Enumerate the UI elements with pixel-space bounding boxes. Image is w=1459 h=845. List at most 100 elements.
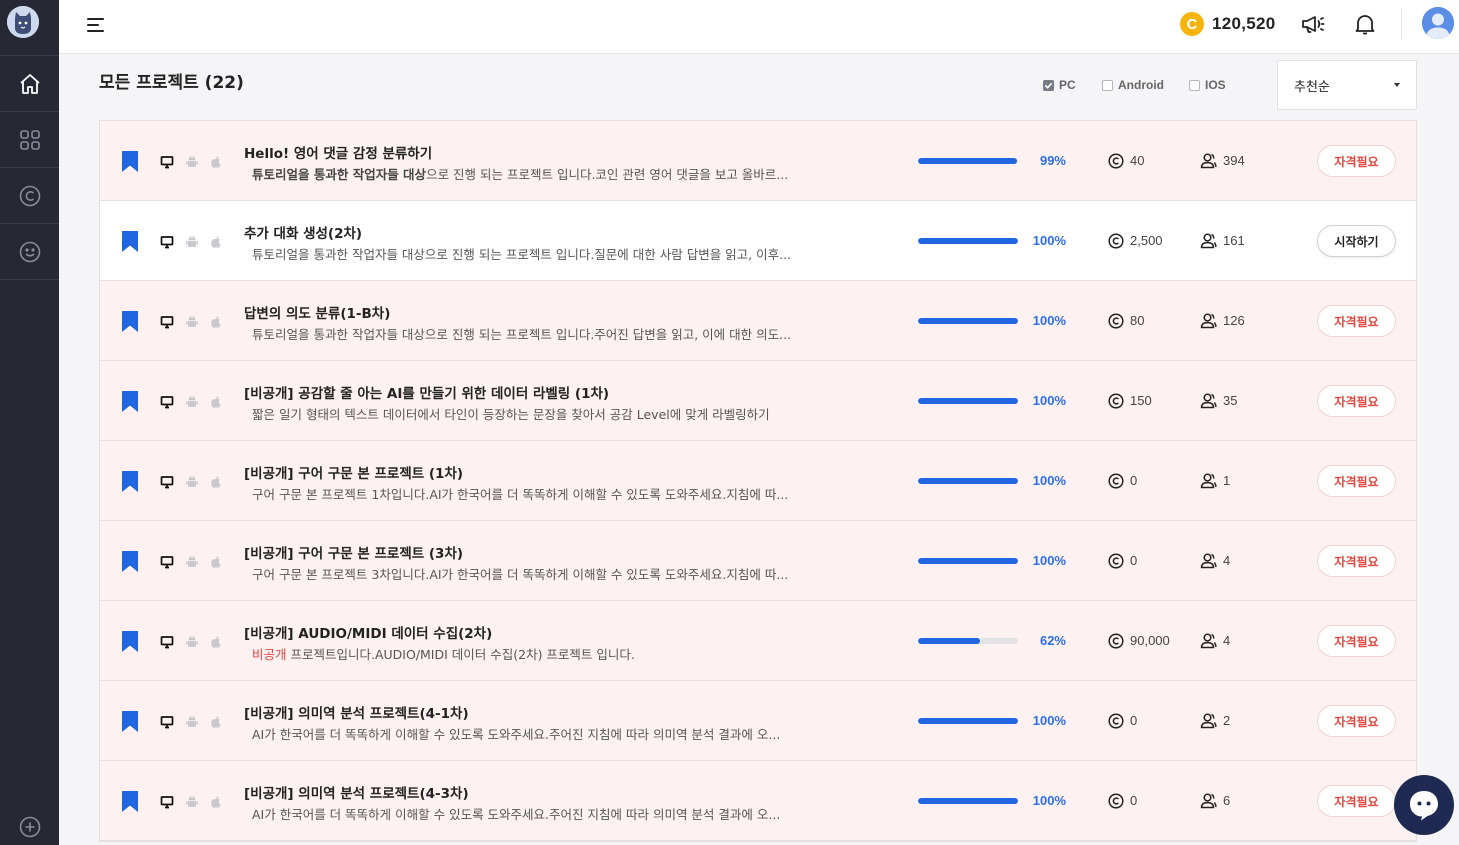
people-icon — [1200, 232, 1217, 249]
filter-android[interactable]: Android — [1102, 78, 1164, 92]
progress-bar — [918, 398, 1018, 404]
project-row[interactable]: Hello! 영어 댓글 감정 분류하기튜토리얼을 통과한 작업자들 대상으로 … — [100, 121, 1416, 201]
android-icon — [185, 474, 199, 488]
project-title[interactable]: [비공개] AUDIO/MIDI 데이터 수집(2차) — [244, 622, 492, 642]
logo-icon[interactable] — [7, 6, 39, 38]
progress-fill — [918, 318, 1018, 324]
avatar-icon[interactable] — [1422, 7, 1454, 39]
progress-bar — [918, 798, 1018, 804]
bookmark-icon[interactable] — [122, 631, 138, 652]
coin-circle-icon — [19, 185, 40, 207]
project-desc-text: 짧은 일기 형태의 텍스트 데이터에서 타인이 등장하는 문장을 찾아서 공감 … — [252, 407, 770, 422]
project-description: 튜토리얼을 통과한 작업자들 대상으로 진행 되는 프로젝트 입니다.코인 관련… — [252, 164, 812, 183]
project-title[interactable]: [비공개] 의미역 분석 프로젝트(4-1차) — [244, 702, 469, 722]
qualification-required-button[interactable]: 자격필요 — [1317, 625, 1396, 657]
bell-icon[interactable] — [1352, 11, 1378, 37]
filter-ios[interactable]: IOS — [1189, 78, 1226, 92]
bookmark-icon[interactable] — [122, 791, 138, 812]
project-row[interactable]: 추가 대화 생성(2차) 튜토리얼을 통과한 작업자들 대상으로 진행 되는 프로… — [100, 201, 1416, 281]
project-title[interactable]: Hello! 영어 댓글 감정 분류하기 — [244, 142, 432, 162]
project-description: 튜토리얼을 통과한 작업자들 대상으로 진행 되는 프로젝트 입니다.질문에 대… — [252, 244, 812, 263]
project-row[interactable]: [비공개] AUDIO/MIDI 데이터 수집(2차) 비공개 프로젝트입니다.A… — [100, 601, 1416, 681]
checkbox-icon[interactable] — [1189, 79, 1200, 91]
progress-fill — [918, 238, 1018, 244]
sidebar-item-projects[interactable] — [0, 112, 59, 168]
project-description: 구어 구문 본 프로젝트 3차입니다.AI가 한국어를 더 똑똑하게 이해할 수… — [252, 564, 812, 583]
filter-pc[interactable]: PC — [1043, 78, 1076, 92]
participants-count: 1 — [1223, 473, 1231, 488]
project-title[interactable]: [비공개] 구어 구문 본 프로젝트 (1차) — [244, 462, 463, 482]
sidebar-item-profile[interactable] — [0, 224, 59, 280]
progress-fill — [918, 558, 1018, 564]
project-description: AI가 한국어를 더 똑똑하게 이해할 수 있도록 도와주세요.주어진 지침에 … — [252, 804, 812, 823]
monitor-icon — [160, 794, 174, 809]
sidebar-item-home[interactable] — [0, 56, 59, 112]
project-title[interactable]: [비공개] 공감할 줄 아는 AI를 만들기 위한 데이터 라벨링 (1차) — [244, 382, 609, 402]
qualification-required-button[interactable]: 자격필요 — [1317, 305, 1396, 337]
progress-bar — [918, 318, 1018, 324]
bookmark-icon[interactable] — [122, 551, 138, 572]
coin-icon: C — [1180, 12, 1204, 36]
hamburger-icon[interactable] — [85, 14, 107, 36]
chat-button[interactable] — [1394, 775, 1454, 835]
project-desc-text: AI가 한국어를 더 똑똑하게 이해할 수 있도록 도와주세요.주어진 지침에 … — [252, 727, 781, 742]
qualification-required-button[interactable]: 자격필요 — [1317, 465, 1396, 497]
plus-circle-icon — [19, 816, 40, 838]
progress-percent: 100% — [1032, 233, 1066, 248]
checkbox-checked-icon[interactable] — [1043, 79, 1054, 91]
bookmark-icon[interactable] — [122, 151, 138, 172]
checkbox-icon[interactable] — [1102, 79, 1113, 91]
project-desc-bold: 튜토리얼을 통과한 작업자들 대상 — [252, 167, 427, 182]
project-title[interactable]: [비공개] 구어 구문 본 프로젝트 (3차) — [244, 542, 463, 562]
project-row[interactable]: [비공개] 의미역 분석 프로젝트(4-1차) AI가 한국어를 더 똑똑하게 이… — [100, 681, 1416, 761]
apple-icon — [209, 714, 223, 728]
chat-bubble-icon — [1410, 791, 1438, 821]
project-row[interactable]: [비공개] 공감할 줄 아는 AI를 만들기 위한 데이터 라벨링 (1차) 짧은… — [100, 361, 1416, 441]
qualification-required-button[interactable]: 자격필요 — [1317, 785, 1396, 817]
reward-value: 150 — [1130, 393, 1152, 408]
sidebar-item-add[interactable] — [0, 799, 59, 845]
project-row[interactable]: 답변의 의도 분류(1-B차) 튜토리얼을 통과한 작업자들 대상으로 진행 되는… — [100, 281, 1416, 361]
sidebar-divider — [0, 279, 59, 280]
progress-percent: 100% — [1032, 553, 1066, 568]
bookmark-icon[interactable] — [122, 231, 138, 252]
apple-icon — [209, 154, 223, 168]
project-row[interactable]: [비공개] 의미역 분석 프로젝트(4-3차) AI가 한국어를 더 똑똑하게 이… — [100, 761, 1416, 841]
monitor-icon — [160, 154, 174, 169]
project-title[interactable]: 답변의 의도 분류(1-B차) — [244, 302, 390, 322]
reward-value: 0 — [1130, 553, 1138, 568]
progress-percent: 100% — [1032, 393, 1066, 408]
people-icon — [1200, 632, 1217, 649]
progress-fill — [918, 478, 1018, 484]
apple-icon — [209, 474, 223, 488]
people-icon — [1200, 312, 1217, 329]
coin-outline-icon — [1108, 313, 1124, 329]
project-description: 비공개 프로젝트입니다.AUDIO/MIDI 데이터 수집(2차) 프로젝트 입… — [252, 644, 812, 663]
participants-count: 2 — [1223, 713, 1231, 728]
android-icon — [185, 234, 199, 248]
reward-value: 0 — [1130, 793, 1138, 808]
android-icon — [185, 634, 199, 648]
qualification-required-button[interactable]: 자격필요 — [1317, 705, 1396, 737]
private-tag: 비공개 — [252, 647, 287, 662]
people-icon — [1200, 552, 1217, 569]
project-row[interactable]: [비공개] 구어 구문 본 프로젝트 (1차) 구어 구문 본 프로젝트 1차입니… — [100, 441, 1416, 521]
sort-dropdown[interactable]: 추천순 — [1277, 60, 1417, 110]
participants-count: 126 — [1223, 313, 1245, 328]
bookmark-icon[interactable] — [122, 711, 138, 732]
qualification-required-button[interactable]: 자격필요 — [1317, 145, 1396, 177]
bookmark-icon[interactable] — [122, 311, 138, 332]
project-title[interactable]: 추가 대화 생성(2차) — [244, 222, 362, 242]
qualification-required-button[interactable]: 자격필요 — [1317, 545, 1396, 577]
progress-fill — [918, 718, 1018, 724]
start-button[interactable]: 시작하기 — [1317, 225, 1396, 257]
qualification-required-button[interactable]: 자격필요 — [1317, 385, 1396, 417]
project-row[interactable]: [비공개] 구어 구문 본 프로젝트 (3차) 구어 구문 본 프로젝트 3차입니… — [100, 521, 1416, 601]
android-icon — [185, 394, 199, 408]
megaphone-icon[interactable] — [1300, 11, 1326, 37]
bookmark-icon[interactable] — [122, 391, 138, 412]
progress-fill — [918, 398, 1018, 404]
bookmark-icon[interactable] — [122, 471, 138, 492]
sidebar-item-coins[interactable] — [0, 168, 59, 224]
project-title[interactable]: [비공개] 의미역 분석 프로젝트(4-3차) — [244, 782, 469, 802]
